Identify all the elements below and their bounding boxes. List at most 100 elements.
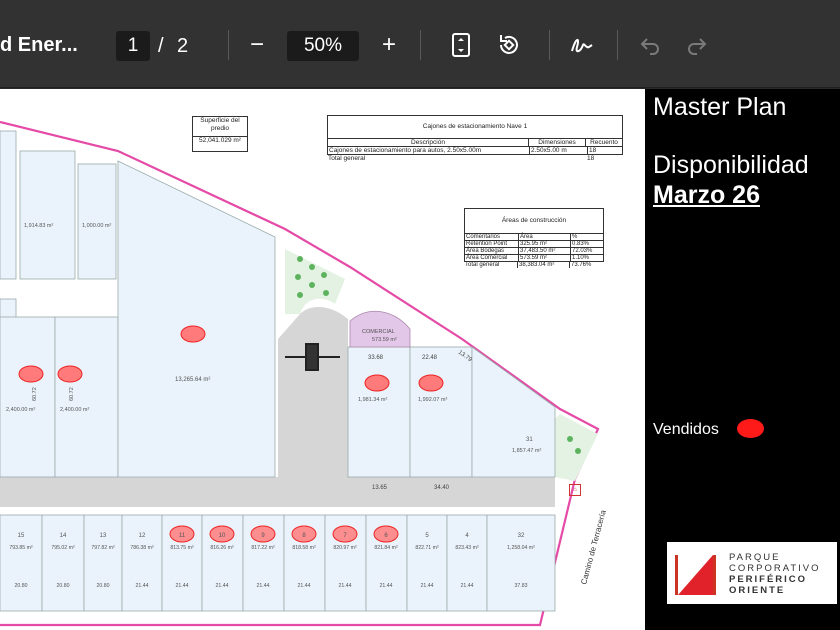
- fit-page-button[interactable]: [444, 28, 478, 62]
- zoom-level-input[interactable]: 50%: [287, 31, 359, 61]
- lot-width: 20.80: [15, 583, 28, 589]
- areas-cell: 573.59 m²: [519, 255, 571, 261]
- toolbar-divider: [420, 30, 421, 60]
- lot-width: 21.44: [136, 583, 149, 589]
- logo-mark-icon: [675, 555, 716, 595]
- logo-line: PARQUE: [729, 552, 781, 563]
- lot-area: 1,857.47 m²: [512, 448, 542, 454]
- zoom-in-button[interactable]: +: [372, 28, 406, 62]
- lot-width: 21.44: [339, 583, 352, 589]
- lot-area: 797.82 m²: [91, 545, 115, 551]
- sold-legend-label: Vendidos: [653, 421, 719, 438]
- dim-label: 34.40: [434, 485, 450, 491]
- parking-table: Cajones de estacionamiento Nave 1 Descri…: [327, 115, 623, 162]
- areas-header-row: Comentarios Área%: [464, 234, 604, 241]
- lot-width: 21.44: [176, 583, 189, 589]
- lot-area: 1,914.83 m²: [24, 223, 54, 229]
- lot-number: 32: [518, 533, 525, 539]
- areas-cell: Área Bodegas: [465, 248, 519, 254]
- panel-title: Master Plan: [653, 93, 787, 121]
- parking-title: Cajones de estacionamiento Nave 1: [327, 115, 623, 139]
- sold-marker: [57, 365, 83, 383]
- lot-width: 21.44: [257, 583, 270, 589]
- parking-header-row: Descripción Dimensiones Recuento: [327, 139, 623, 147]
- lot-dim-vertical: 60.72: [32, 387, 38, 401]
- lot-group-bottom: [0, 514, 556, 612]
- lot-area: 2,400.00 m²: [6, 407, 36, 413]
- commercial-area: 573.59 m²: [372, 337, 397, 343]
- areas-cell: Retention Point: [465, 241, 519, 247]
- draw-button[interactable]: [565, 28, 599, 62]
- surface-value: 52,041.029 m²: [193, 136, 247, 145]
- lot-area: 821.84 m²: [374, 545, 398, 551]
- parking-total-label: Total general: [328, 155, 366, 162]
- page-separator: /: [158, 35, 164, 57]
- surface-label: predio: [210, 125, 230, 132]
- master-plan-drawing: 13.65 34.40 33.68 22.48 13.79 1,914.83 m…: [0, 120, 608, 627]
- areas-cell: Área: [519, 234, 571, 240]
- lot-area: 823.43 m²: [455, 545, 479, 551]
- lot-number: 31: [526, 437, 533, 443]
- toolbar-divider: [228, 30, 229, 60]
- info-panel: Master Plan Disponibilidad Marzo 26 Vend…: [645, 89, 840, 630]
- areas-cell: %: [572, 234, 578, 240]
- logo-line: PERIFÉRICO: [729, 574, 808, 585]
- areas-cell: Área Comercial: [465, 255, 519, 261]
- sold-marker: [364, 374, 390, 392]
- areas-cell: Comentarios: [465, 234, 519, 240]
- lot-area: 813.75 m²: [170, 545, 194, 551]
- surface-box: Superficie del predio 52,041.029 m²: [192, 116, 248, 152]
- lot-width: 37.83: [515, 583, 528, 589]
- lot-number: 12: [139, 533, 146, 539]
- lot-area: 795.02 m²: [51, 545, 75, 551]
- pdf-page: 13.65 34.40 33.68 22.48 13.79 1,914.83 m…: [0, 89, 645, 630]
- page-total: 2: [177, 35, 189, 57]
- areas-table: Áreas de construcción Comentarios Área% Re…: [464, 208, 604, 268]
- main-road: [0, 477, 555, 507]
- lot-area: 1,000.00 m²: [82, 223, 112, 229]
- lot-area: 1,992.07 m²: [418, 397, 448, 403]
- lot-dim-vertical: 60.72: [69, 387, 75, 401]
- pdf-toolbar: d Ener... 1 / 2 − 50% +: [0, 0, 840, 88]
- undo-button[interactable]: [633, 28, 667, 62]
- lot-area: 820.97 m²: [333, 545, 357, 551]
- redo-button[interactable]: [680, 28, 714, 62]
- zoom-out-button[interactable]: −: [240, 28, 274, 62]
- lot-area: 786.38 m²: [130, 545, 154, 551]
- parking-header: Descripción: [328, 139, 529, 146]
- rotate-button[interactable]: [492, 28, 526, 62]
- lot-area: 1,981.34 m²: [358, 397, 388, 403]
- areas-cell: Total general: [464, 262, 518, 268]
- dim-label: 22.48: [422, 355, 438, 361]
- rotate-icon: [500, 35, 518, 54]
- lot-number: 14: [60, 533, 67, 539]
- sold-legend-dot: [737, 419, 764, 438]
- lot-area: 793.85 m²: [9, 545, 33, 551]
- areas-rows: Comentarios Área% Retention Point 325.95 m²…: [464, 234, 604, 268]
- lot-area: 1,258.04 m²: [507, 545, 535, 551]
- logo-line: ORIENTE: [729, 585, 786, 596]
- parking-total-value: 18: [587, 155, 595, 162]
- lot-number: 13: [100, 533, 107, 539]
- areas-title: Áreas de construcción: [464, 208, 604, 234]
- commercial-label: COMERCIAL: [362, 329, 395, 335]
- areas-cell: 38,383.04 m²: [518, 262, 570, 268]
- parking-total-row: Total general 18: [327, 155, 623, 162]
- lot-width: 21.44: [380, 583, 393, 589]
- fit-page-icon: [452, 33, 470, 57]
- lot-width: 20.80: [57, 583, 70, 589]
- sold-marker: [18, 365, 44, 383]
- signature-icon: [571, 39, 593, 53]
- parking-row: Cajones de estacionamiento para autos, 2…: [327, 147, 623, 155]
- lot-area: 817.22 m²: [251, 545, 275, 551]
- lot-width: 21.44: [298, 583, 311, 589]
- page-number-input[interactable]: 1: [116, 31, 150, 61]
- dim-label: 33.68: [368, 355, 384, 361]
- parking-header: Dimensiones: [529, 139, 586, 146]
- dim-label: 13.65: [372, 485, 388, 491]
- areas-row: Retention Point 325.95 m² 0.83%: [464, 241, 604, 248]
- lot-number: 11: [179, 533, 186, 539]
- lot-number: 10: [219, 533, 226, 539]
- areas-cell: 72.03%: [572, 248, 593, 254]
- lot-number: 15: [18, 533, 25, 539]
